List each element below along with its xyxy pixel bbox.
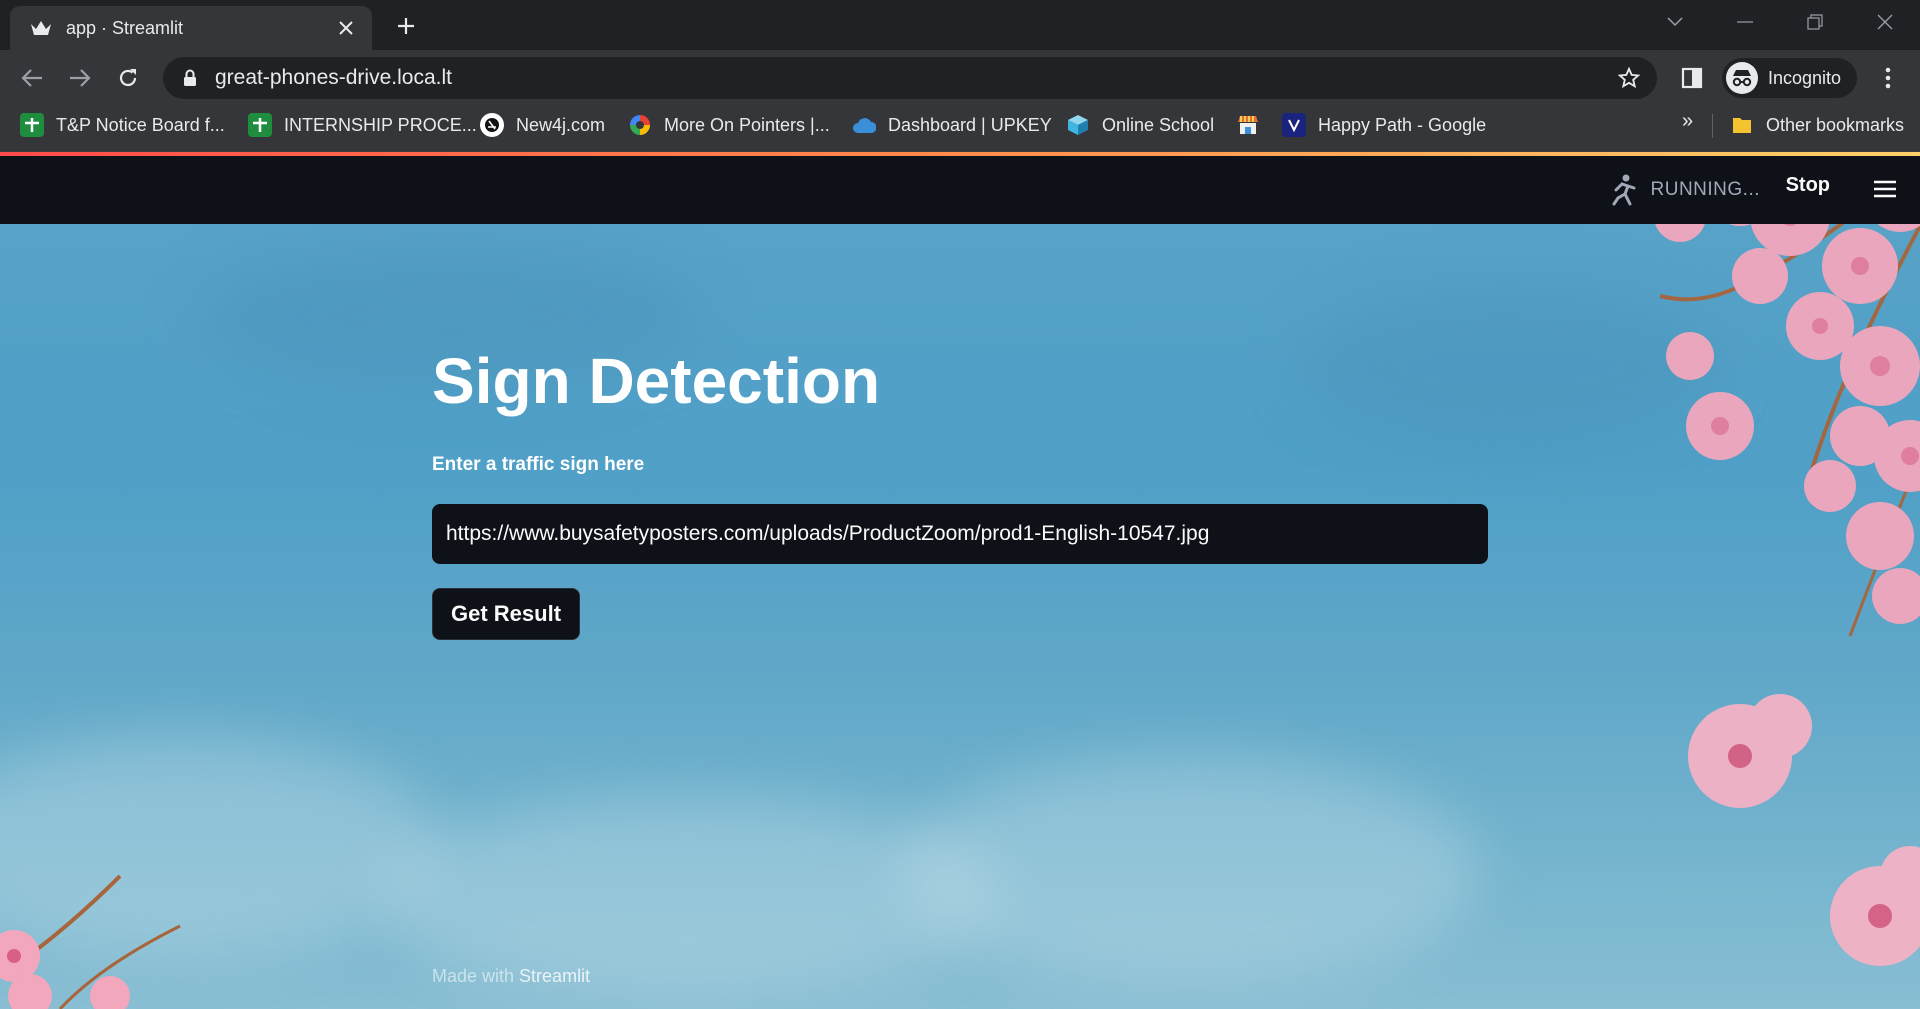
bookmarks-bar: T&P Notice Board f... INTERNSHIP PROCE..…	[0, 106, 1920, 152]
bookmark-dashboard-upkey[interactable]: Dashboard | UPKEY	[852, 106, 1052, 144]
cube-icon	[1066, 113, 1090, 137]
footer: Made with Streamlit	[432, 966, 590, 987]
bookmark-label: Happy Path - Google	[1318, 114, 1487, 135]
hamburger-menu-icon[interactable]	[1870, 174, 1900, 204]
browser-tabstrip: app · Streamlit	[0, 0, 1920, 50]
footer-prefix: Made with	[432, 966, 520, 986]
running-status: RUNNING...	[1609, 174, 1761, 206]
page-title: Sign Detection	[432, 345, 881, 417]
streamlit-link[interactable]: Streamlit	[519, 966, 590, 986]
green-plus-icon	[248, 113, 272, 137]
bookmark-more-on-pointers[interactable]: More On Pointers |...	[628, 106, 830, 144]
incognito-profile-button[interactable]: Incognito	[1722, 58, 1858, 98]
browser-menu-icon[interactable]	[1872, 62, 1904, 94]
address-bar[interactable]: great-phones-drive.loca.lt	[163, 57, 1657, 99]
tab-search-icon[interactable]	[1640, 0, 1710, 44]
bookmarks-divider	[1712, 114, 1713, 138]
new4j-icon	[480, 113, 504, 137]
running-label: RUNNING...	[1650, 179, 1760, 200]
bookmark-internship-procedure[interactable]: INTERNSHIP PROCE...	[248, 106, 477, 144]
stop-button[interactable]: Stop	[1786, 174, 1830, 197]
back-arrow-icon[interactable]	[16, 62, 48, 94]
cherry-blossom-decoration-left	[0, 874, 181, 1009]
window-controls	[1640, 0, 1920, 44]
url-input-label: Enter a traffic sign here	[432, 454, 645, 475]
close-tab-icon[interactable]	[332, 14, 360, 42]
new-tab-icon[interactable]	[390, 10, 422, 42]
streamlit-header: RUNNING... Stop	[0, 156, 1920, 224]
tab-title: app · Streamlit	[66, 17, 184, 38]
forward-arrow-icon[interactable]	[64, 62, 96, 94]
bookmark-star-icon[interactable]	[1615, 64, 1643, 92]
colorful-swirl-icon	[628, 113, 652, 137]
streamlit-crown-icon	[30, 17, 52, 39]
minimize-icon[interactable]	[1710, 0, 1780, 44]
incognito-label: Incognito	[1768, 67, 1842, 88]
traffic-sign-url-input[interactable]	[432, 504, 1488, 564]
running-person-icon	[1609, 174, 1637, 206]
blue-cloud-icon	[852, 113, 876, 137]
bookmark-label: INTERNSHIP PROCE...	[284, 114, 477, 135]
incognito-icon	[1726, 62, 1758, 94]
bookmark-label: Online School	[1102, 114, 1215, 135]
cherry-blossom-decoration	[1654, 156, 1920, 966]
bookmark-label: Dashboard | UPKEY	[888, 114, 1052, 135]
browser-toolbar: great-phones-drive.loca.lt Incognito	[0, 50, 1920, 106]
url-text[interactable]: great-phones-drive.loca.lt	[215, 66, 1615, 90]
reload-icon[interactable]	[112, 62, 144, 94]
bookmark-tp-notice-board[interactable]: T&P Notice Board f...	[20, 106, 225, 144]
other-bookmarks-folder[interactable]: Other bookmarks	[1730, 106, 1904, 144]
green-plus-icon	[20, 113, 44, 137]
folder-icon	[1730, 113, 1754, 137]
side-panel-icon[interactable]	[1676, 62, 1708, 94]
bookmark-label: T&P Notice Board f...	[56, 114, 225, 135]
close-window-icon[interactable]	[1850, 0, 1920, 44]
get-result-button[interactable]: Get Result	[432, 588, 581, 640]
other-bookmarks-label: Other bookmarks	[1766, 114, 1905, 135]
url-input-container	[432, 504, 1488, 564]
lock-icon[interactable]	[181, 68, 199, 88]
restore-icon[interactable]	[1780, 0, 1850, 44]
app-viewport: RUNNING... Stop Sign Detection Enter a t…	[0, 156, 1920, 1009]
bookmark-happy-path[interactable]: Happy Path - Google	[1282, 106, 1486, 144]
browser-tab[interactable]: app · Streamlit	[10, 6, 372, 50]
more-bookmarks-chevron[interactable]: »	[1682, 110, 1693, 133]
bookmark-new4j[interactable]: New4j.com	[480, 106, 605, 144]
bookmark-label: New4j.com	[516, 114, 606, 135]
v-logo-icon	[1282, 113, 1306, 137]
bookmark-label: More On Pointers |...	[664, 114, 830, 135]
bookmark-store[interactable]	[1236, 106, 1272, 144]
store-icon	[1236, 113, 1260, 137]
bookmark-online-school[interactable]: Online School	[1066, 106, 1214, 144]
